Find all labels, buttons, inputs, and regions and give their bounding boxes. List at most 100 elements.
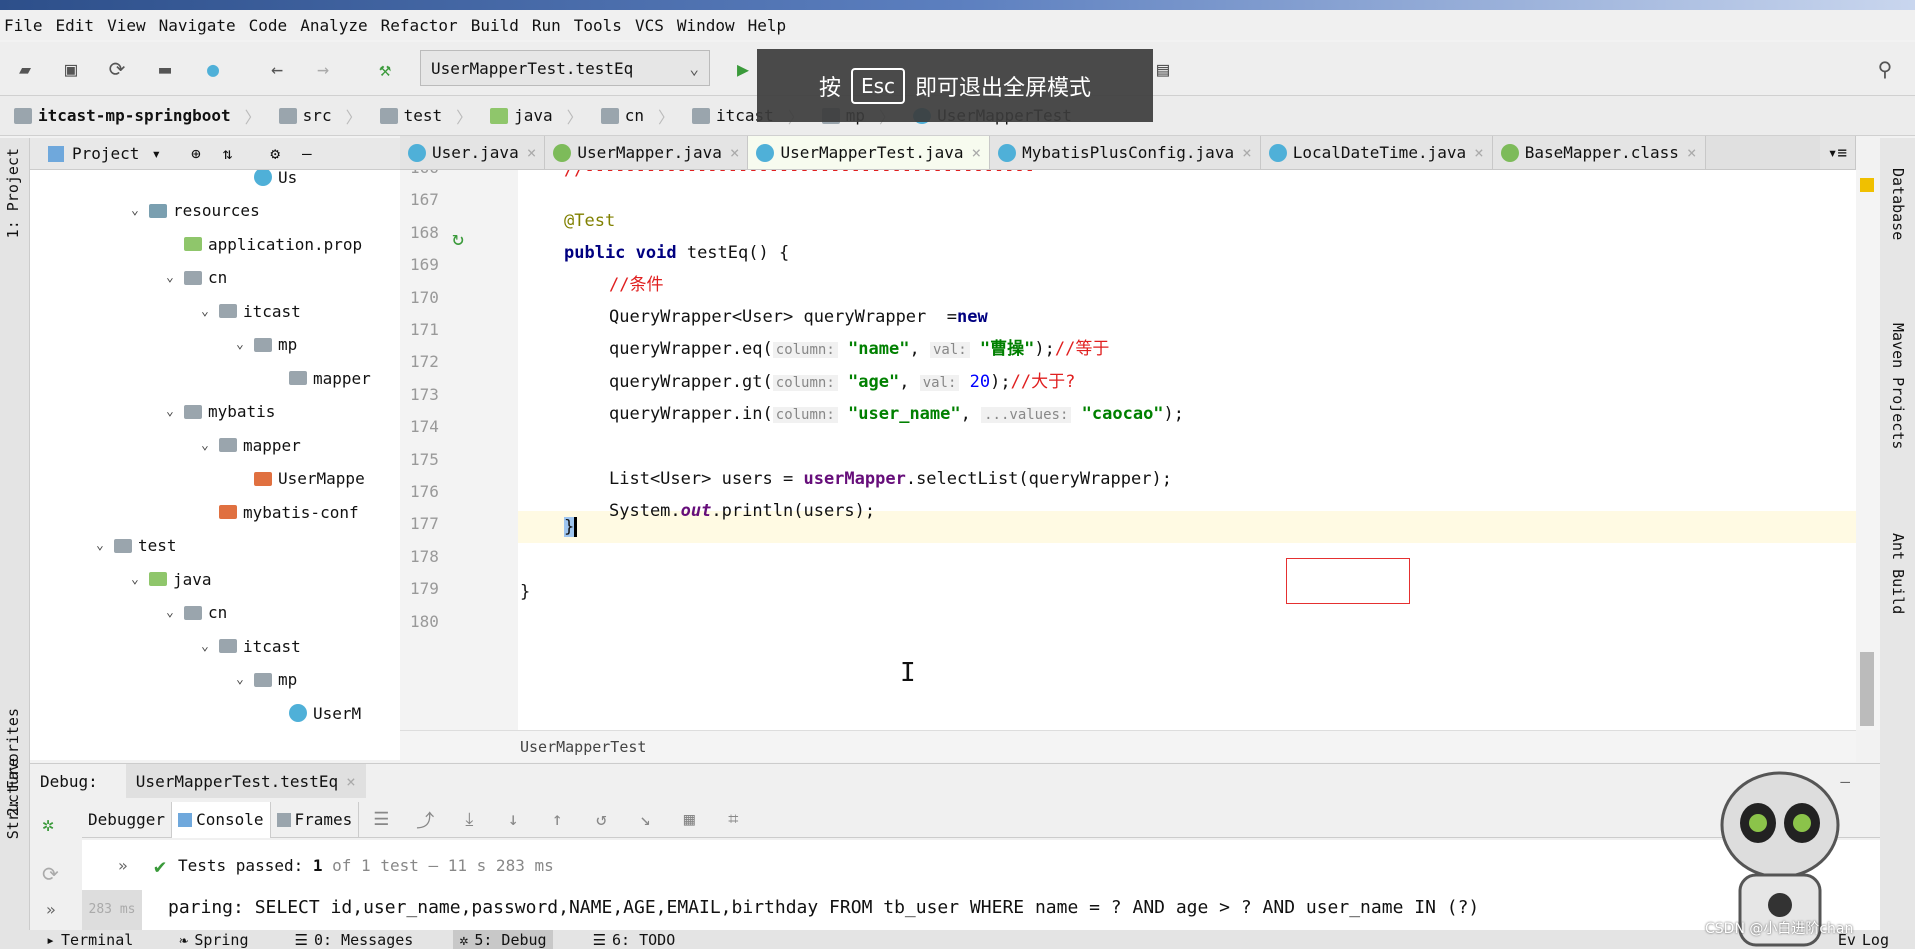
- breadcrumb-cn[interactable]: cn 〉: [600, 104, 674, 128]
- database-tool-button[interactable]: Database: [1889, 168, 1907, 240]
- menu-icon[interactable]: ☰: [369, 809, 393, 830]
- close-icon[interactable]: ×: [1687, 143, 1697, 162]
- tab-frames[interactable]: Frames: [271, 801, 360, 838]
- folder-icon[interactable]: ▬: [152, 56, 178, 82]
- back-icon[interactable]: ←: [264, 56, 290, 82]
- maven-tool-button[interactable]: Maven Projects: [1889, 323, 1907, 449]
- close-icon[interactable]: ×: [972, 143, 982, 162]
- chevron-down-icon[interactable]: ⌄: [201, 438, 219, 453]
- tree-item[interactable]: ⌄ test: [96, 531, 177, 561]
- class-icon[interactable]: ●: [200, 56, 226, 82]
- tree-item[interactable]: Us: [236, 170, 297, 192]
- drop-frame-icon[interactable]: ↺: [589, 809, 613, 830]
- menu-refactor[interactable]: Refactor: [381, 16, 458, 35]
- menu-navigate[interactable]: Navigate: [159, 16, 236, 35]
- sync-icon[interactable]: ⟳: [104, 56, 130, 82]
- debug-bug-icon[interactable]: ✲: [42, 812, 54, 836]
- tree-item[interactable]: mapper: [271, 363, 371, 393]
- chevron-down-icon[interactable]: ⌄: [131, 203, 149, 218]
- breadcrumb-src[interactable]: src 〉: [278, 104, 362, 128]
- messages-tool-button[interactable]: ☰ 0: Messages: [289, 930, 420, 949]
- tree-item[interactable]: application.prop: [166, 229, 362, 259]
- menu-help[interactable]: Help: [748, 16, 787, 35]
- save-icon[interactable]: ▣: [58, 56, 84, 82]
- locate-icon[interactable]: ⊕: [191, 144, 201, 163]
- menu-run[interactable]: Run: [532, 16, 561, 35]
- ant-build-tool-button[interactable]: Ant Build: [1889, 533, 1907, 614]
- menu-edit[interactable]: Edit: [56, 16, 95, 35]
- menu-code[interactable]: Code: [249, 16, 288, 35]
- tree-item[interactable]: ⌄ mp: [236, 330, 297, 360]
- close-icon[interactable]: ×: [730, 143, 740, 162]
- tree-item[interactable]: ⌄ itcast: [201, 296, 301, 326]
- show-execution-point-icon[interactable]: ⤴: [413, 807, 437, 833]
- structure-tool-button[interactable]: Structure: [4, 758, 22, 839]
- step-over-icon[interactable]: ⤓: [457, 809, 481, 830]
- rerun-icon[interactable]: ⟳: [42, 862, 59, 886]
- tree-item[interactable]: ⌄ itcast: [201, 631, 301, 661]
- terminal-tool-button[interactable]: ▸ Terminal: [40, 930, 139, 949]
- tree-item[interactable]: UserMappe: [236, 464, 365, 494]
- expand-icon[interactable]: »: [46, 900, 56, 919]
- breadcrumb-test[interactable]: test 〉: [379, 104, 472, 128]
- chevron-down-icon[interactable]: ⌄: [166, 270, 184, 285]
- spring-tool-button[interactable]: ❧ Spring: [173, 930, 254, 949]
- forward-icon[interactable]: →: [310, 56, 336, 82]
- editor-tab[interactable]: User.java ×: [400, 136, 546, 169]
- chevron-down-icon[interactable]: ⌄: [166, 404, 184, 419]
- close-icon[interactable]: ×: [346, 772, 356, 791]
- scrollbar-thumb[interactable]: [1860, 652, 1874, 726]
- editor-tab[interactable]: UserMapperTest.java ×: [748, 136, 991, 169]
- breadcrumb-project[interactable]: itcast-mp-springboot 〉: [14, 104, 261, 128]
- collapse-all-icon[interactable]: ⇅: [223, 144, 233, 163]
- chevron-down-icon[interactable]: ⌄: [96, 538, 114, 553]
- structure-icon[interactable]: ▤: [1150, 56, 1176, 82]
- tree-item[interactable]: ⌄ mapper: [201, 430, 301, 460]
- minimize-icon[interactable]: —: [302, 144, 312, 163]
- tree-item[interactable]: mybatis-conf: [201, 497, 359, 527]
- build-hammer-icon[interactable]: ⚒: [372, 56, 398, 82]
- chevron-down-icon[interactable]: ⌄: [131, 572, 149, 587]
- step-out-icon[interactable]: ↑: [545, 809, 569, 830]
- menu-vcs[interactable]: VCS: [635, 16, 664, 35]
- expand-icon[interactable]: »: [118, 856, 128, 875]
- step-into-icon[interactable]: ↓: [501, 809, 525, 830]
- breadcrumb-java[interactable]: java 〉: [490, 104, 583, 128]
- run-to-cursor-icon[interactable]: ↘: [633, 809, 657, 830]
- menu-build[interactable]: Build: [471, 16, 519, 35]
- tree-item[interactable]: ⌄ resources: [131, 196, 260, 226]
- menu-view[interactable]: View: [107, 16, 146, 35]
- chevron-down-icon[interactable]: ▾: [151, 144, 161, 163]
- debug-tool-button[interactable]: ✲ 5: Debug: [453, 930, 553, 949]
- search-icon[interactable]: ⚲: [1872, 56, 1898, 82]
- tree-item[interactable]: ⌄ cn: [166, 598, 227, 628]
- tree-item[interactable]: ⌄ mp: [236, 665, 297, 695]
- tab-console[interactable]: Console: [172, 801, 271, 838]
- tab-debugger[interactable]: Debugger: [82, 801, 173, 838]
- gear-icon[interactable]: ⚙: [270, 144, 280, 163]
- editor-tab[interactable]: BaseMapper.class ×: [1492, 136, 1706, 169]
- code-editor[interactable]: 166 167 168 169 170 171 172 173 174 175 176 177 178 1…: [400, 170, 1856, 730]
- tree-item[interactable]: ⌄ mybatis: [166, 397, 275, 427]
- run-test-gutter-icon[interactable]: ↻: [452, 226, 464, 250]
- close-icon[interactable]: ×: [1242, 143, 1252, 162]
- tree-item[interactable]: ⌄ java: [131, 564, 212, 594]
- chevron-down-icon[interactable]: ⌄: [166, 605, 184, 620]
- editor-scrollbar[interactable]: [1856, 170, 1880, 730]
- chevron-down-icon[interactable]: ⌄: [201, 639, 219, 654]
- menu-analyze[interactable]: Analyze: [300, 16, 367, 35]
- close-icon[interactable]: ×: [527, 143, 537, 162]
- editor-tab[interactable]: UserMapper.java ×: [545, 136, 749, 169]
- run-configuration-select[interactable]: UserMapperTest.testEq ⌄: [420, 50, 710, 86]
- todo-tool-button[interactable]: ☰ 6: TODO: [587, 930, 682, 949]
- project-tool-button[interactable]: 1: Project: [4, 148, 22, 238]
- footer-crumb-class[interactable]: UserMapperTest: [520, 738, 646, 756]
- chevron-down-icon[interactable]: ⌄: [201, 304, 219, 319]
- close-icon[interactable]: ×: [1474, 143, 1484, 162]
- chevron-down-icon[interactable]: ⌄: [236, 672, 254, 687]
- project-view-select[interactable]: Project: [72, 144, 139, 163]
- evaluate-icon[interactable]: ▦: [677, 809, 701, 830]
- tree-item[interactable]: ⌄ cn: [166, 263, 227, 293]
- menu-tools[interactable]: Tools: [574, 16, 622, 35]
- trace-icon[interactable]: ⌗: [721, 809, 745, 830]
